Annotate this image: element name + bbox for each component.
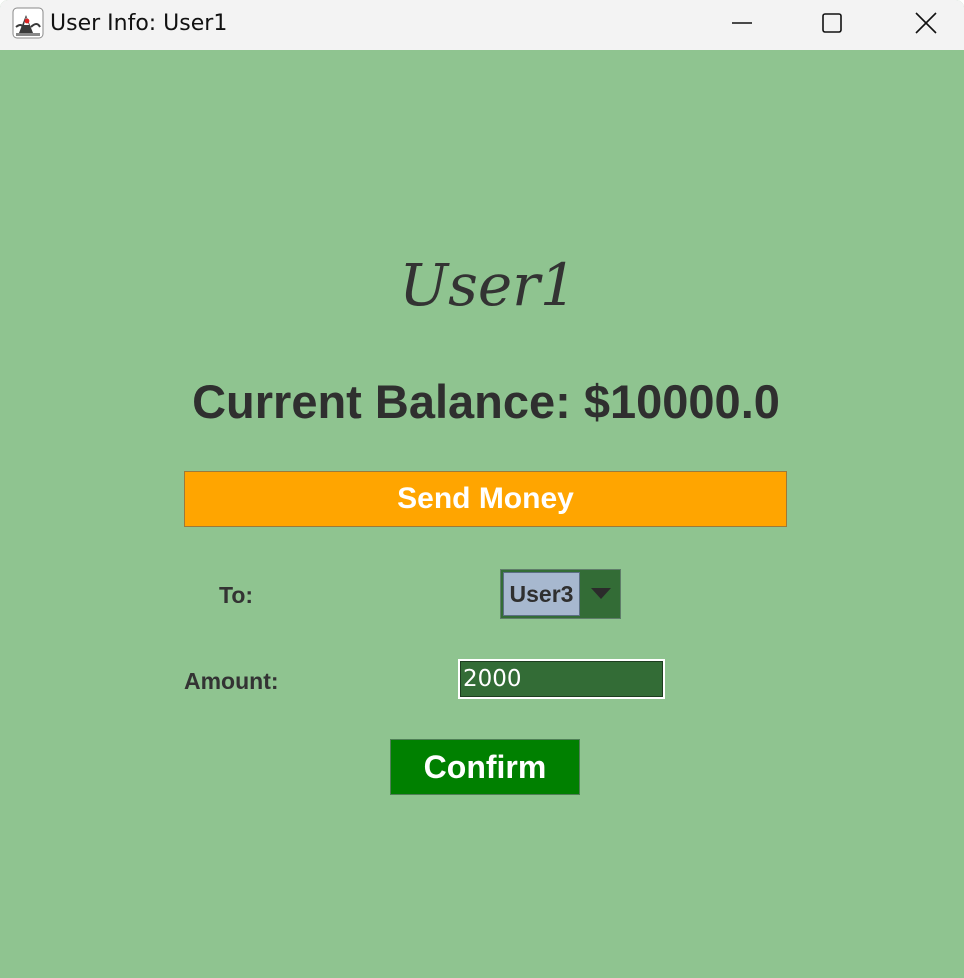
amount-input[interactable]: 2000 bbox=[460, 661, 663, 697]
amount-field[interactable]: 2000 bbox=[458, 659, 665, 699]
maximize-icon bbox=[822, 13, 842, 33]
recipient-selected-value: User3 bbox=[503, 572, 580, 616]
username-heading: User1 bbox=[399, 251, 577, 319]
dropdown-arrow-button[interactable] bbox=[581, 570, 620, 618]
chevron-down-icon bbox=[590, 588, 611, 599]
send-money-button[interactable]: Send Money bbox=[184, 471, 787, 527]
user-info-window: User Info: User1 User1 Current Balance: … bbox=[0, 0, 964, 978]
current-balance: Current Balance: $10000.0 bbox=[192, 375, 780, 428]
close-button[interactable] bbox=[880, 0, 964, 46]
recipient-dropdown[interactable]: User3 bbox=[500, 569, 621, 619]
minimize-button[interactable] bbox=[696, 0, 788, 46]
window-title: User Info: User1 bbox=[50, 11, 228, 36]
amount-label: Amount: bbox=[184, 668, 279, 694]
to-label: To: bbox=[219, 582, 254, 608]
maximize-button[interactable] bbox=[786, 0, 878, 46]
confirm-button[interactable]: Confirm bbox=[390, 739, 580, 795]
close-icon bbox=[915, 12, 937, 34]
title-bar[interactable]: User Info: User1 bbox=[0, 0, 964, 50]
minimize-icon bbox=[732, 22, 752, 24]
java-duke-icon bbox=[12, 7, 44, 39]
